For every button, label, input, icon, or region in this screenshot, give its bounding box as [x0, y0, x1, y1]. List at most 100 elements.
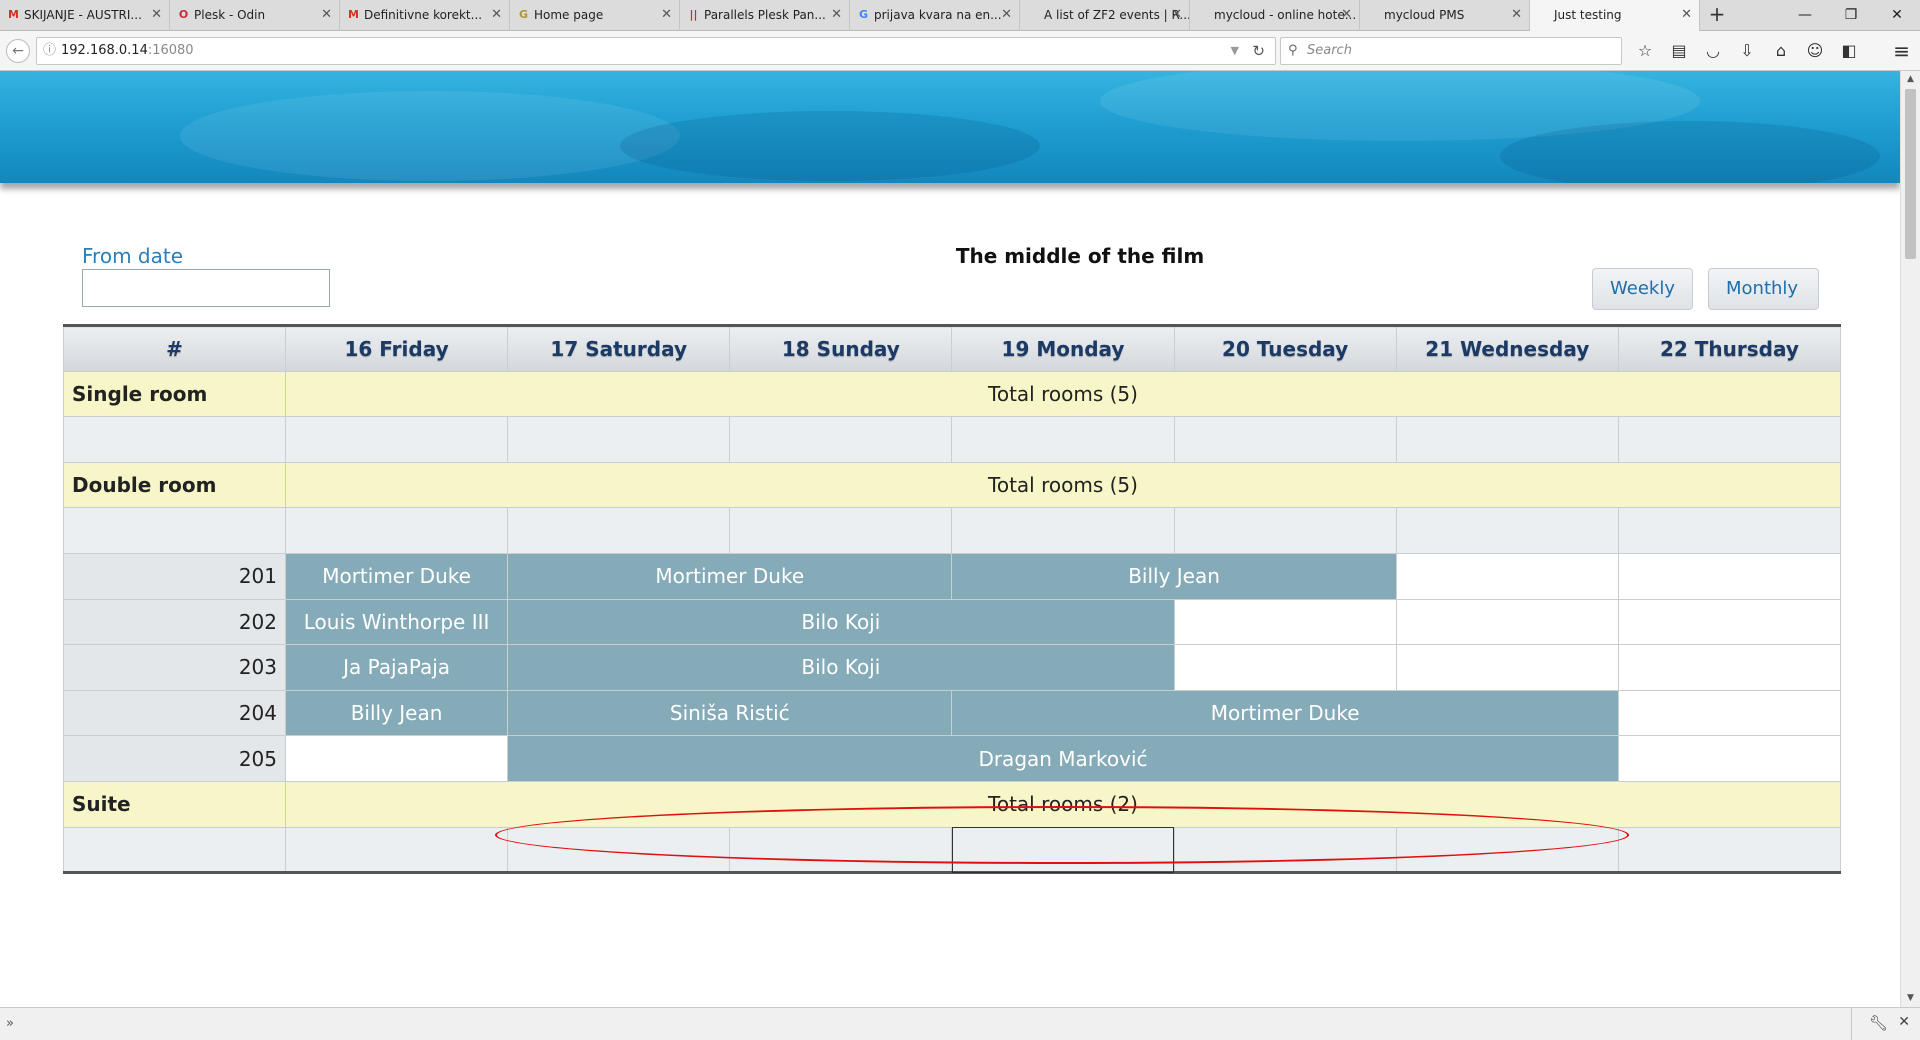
- monthly-button[interactable]: Monthly: [1708, 268, 1819, 310]
- tab-strip: M SKIJANJE - AUSTRI... ✕ O Plesk - Odin ✕ M Def…: [0, 0, 1920, 31]
- window-close-icon[interactable]: ✕: [1874, 0, 1920, 31]
- availability-cell[interactable]: [1395, 416, 1619, 463]
- pocket-icon[interactable]: ◡: [1696, 41, 1730, 60]
- back-button[interactable]: ←: [6, 39, 30, 63]
- reservation-block[interactable]: Mortimer Duke: [284, 552, 509, 600]
- availability-cell[interactable]: [1395, 507, 1619, 554]
- tab-close-icon[interactable]: ✕: [1171, 7, 1182, 22]
- tab-label: A list of ZF2 events | R...: [1044, 8, 1190, 22]
- tab-close-icon[interactable]: ✕: [1001, 7, 1012, 22]
- home-icon[interactable]: ⌂: [1764, 41, 1798, 60]
- restore-icon[interactable]: ❐: [1828, 0, 1874, 31]
- availability-row: [63, 507, 1842, 554]
- room-type-name: Double room: [63, 461, 286, 509]
- free-day-cell[interactable]: [284, 735, 509, 782]
- browser-tab[interactable]: mycloud PMS ✕: [1360, 0, 1530, 31]
- site-info-icon[interactable]: ⓘ: [43, 38, 56, 64]
- room-number: 204: [63, 689, 286, 737]
- free-day-cell[interactable]: [1173, 598, 1397, 646]
- availability-cell[interactable]: [729, 507, 953, 554]
- free-day-cell[interactable]: [1395, 598, 1619, 646]
- tab-close-icon[interactable]: ✕: [491, 7, 502, 22]
- scroll-up-icon[interactable]: ▲: [1901, 71, 1920, 88]
- extension-icon[interactable]: ◧: [1832, 41, 1866, 60]
- browser-tab[interactable]: M Definitivne korekt... ✕: [340, 0, 510, 31]
- history-dropdown-icon[interactable]: ▼: [1231, 38, 1239, 64]
- availability-cell[interactable]: [1617, 507, 1842, 554]
- tab-close-icon[interactable]: ✕: [151, 7, 162, 22]
- new-tab-button[interactable]: +: [1700, 0, 1734, 31]
- free-day-cell[interactable]: [1617, 735, 1842, 782]
- downloads-icon[interactable]: ⇩: [1730, 41, 1764, 60]
- hamburger-menu-icon[interactable]: ≡: [1893, 39, 1910, 63]
- search-input[interactable]: ⚲ Search: [1280, 37, 1622, 65]
- browser-tab[interactable]: mycloud - online hote... ✕: [1190, 0, 1360, 31]
- navigation-toolbar: ← ⓘ 192.168.0.14:16080 ▼ ↻ ⚲ Search ☆ ▤ …: [0, 31, 1920, 71]
- tab-close-icon[interactable]: ✕: [1511, 7, 1522, 22]
- free-day-cell[interactable]: [1617, 644, 1842, 691]
- minimize-icon[interactable]: —: [1782, 0, 1828, 31]
- availability-cell[interactable]: [507, 416, 731, 463]
- reservation-block[interactable]: Siniša Ristić: [507, 689, 953, 737]
- browser-tab[interactable]: Gprijava kvara na en... ✕: [850, 0, 1020, 31]
- availability-cell[interactable]: [284, 416, 509, 463]
- day-header: 20 Tuesday: [1173, 325, 1397, 372]
- tab-close-icon[interactable]: ✕: [831, 7, 842, 22]
- scroll-down-icon[interactable]: ▼: [1901, 990, 1920, 1007]
- availability-cell[interactable]: [1617, 416, 1842, 463]
- reservation-block[interactable]: Bilo Koji: [507, 598, 1175, 646]
- free-day-cell[interactable]: [1617, 598, 1842, 646]
- room-type-row: Double room Total rooms (5): [63, 461, 1841, 509]
- vertical-scrollbar[interactable]: ▲ ▼: [1900, 71, 1920, 1007]
- tab-label: mycloud PMS: [1384, 8, 1465, 22]
- from-date-input[interactable]: [82, 269, 330, 307]
- tab-close-icon[interactable]: ✕: [321, 7, 332, 22]
- tab-close-icon[interactable]: ✕: [661, 7, 672, 22]
- url-host: 192.168.0.14: [61, 43, 148, 58]
- free-day-cell[interactable]: [1395, 552, 1619, 600]
- reservation-block[interactable]: Mortimer Duke: [507, 552, 953, 600]
- wrench-icon[interactable]: 🔧︎: [1869, 1014, 1888, 1032]
- browser-tab[interactable]: M SKIJANJE - AUSTRI... ✕: [0, 0, 170, 31]
- free-day-cell[interactable]: [1617, 552, 1842, 600]
- free-day-cell[interactable]: [1173, 644, 1397, 691]
- reading-list-icon[interactable]: ▤: [1662, 41, 1696, 60]
- availability-cell[interactable]: [1173, 507, 1397, 554]
- browser-tab[interactable]: A list of ZF2 events | R... ✕: [1020, 0, 1190, 31]
- expand-icon[interactable]: »: [6, 1016, 14, 1031]
- reservation-block[interactable]: Mortimer Duke: [951, 689, 1619, 737]
- address-bar[interactable]: ⓘ 192.168.0.14:16080 ▼ ↻: [36, 37, 1276, 65]
- tab-close-icon[interactable]: ✕: [1341, 7, 1352, 22]
- from-date-label: From date: [82, 244, 184, 268]
- bookmark-star-icon[interactable]: ☆: [1628, 41, 1662, 60]
- room-number: 203: [63, 644, 286, 691]
- reservation-block[interactable]: Billy Jean: [284, 689, 509, 737]
- reservation-block[interactable]: Dragan Marković: [507, 735, 1619, 782]
- availability-cell[interactable]: [1173, 416, 1397, 463]
- reload-icon[interactable]: ↻: [1252, 38, 1265, 64]
- reservation-block[interactable]: Ja PajaPaja: [284, 644, 509, 691]
- browser-tab[interactable]: G Home page ✕: [510, 0, 680, 31]
- tab-label: Plesk - Odin: [194, 8, 266, 22]
- weekly-button[interactable]: Weekly: [1592, 268, 1693, 310]
- chat-icon[interactable]: ☺: [1798, 41, 1832, 60]
- scrollbar-thumb[interactable]: [1905, 89, 1916, 259]
- browser-tab[interactable]: Just testing ✕: [1530, 0, 1700, 31]
- reservation-block[interactable]: Bilo Koji: [507, 644, 1175, 691]
- availability-cell[interactable]: [284, 826, 509, 874]
- room-row: 203 Ja PajaPaja Bilo Koji: [63, 644, 1842, 691]
- tab-close-icon[interactable]: ✕: [1681, 7, 1692, 22]
- browser-tab[interactable]: O Plesk - Odin ✕: [170, 0, 340, 31]
- availability-cell[interactable]: [284, 507, 509, 554]
- availability-cell[interactable]: [951, 416, 1175, 463]
- availability-cell[interactable]: [729, 416, 953, 463]
- free-day-cell[interactable]: [1395, 644, 1619, 691]
- availability-cell[interactable]: [507, 507, 731, 554]
- browser-tab[interactable]: || Parallels Plesk Pan... ✕: [680, 0, 850, 31]
- statusbar-close-icon[interactable]: ✕: [1898, 1014, 1910, 1030]
- availability-cell[interactable]: [1617, 826, 1842, 874]
- free-day-cell[interactable]: [1617, 689, 1842, 737]
- reservation-block[interactable]: Billy Jean: [951, 552, 1397, 600]
- reservation-block[interactable]: Louis Winthorpe III: [284, 598, 509, 646]
- availability-cell[interactable]: [951, 507, 1175, 554]
